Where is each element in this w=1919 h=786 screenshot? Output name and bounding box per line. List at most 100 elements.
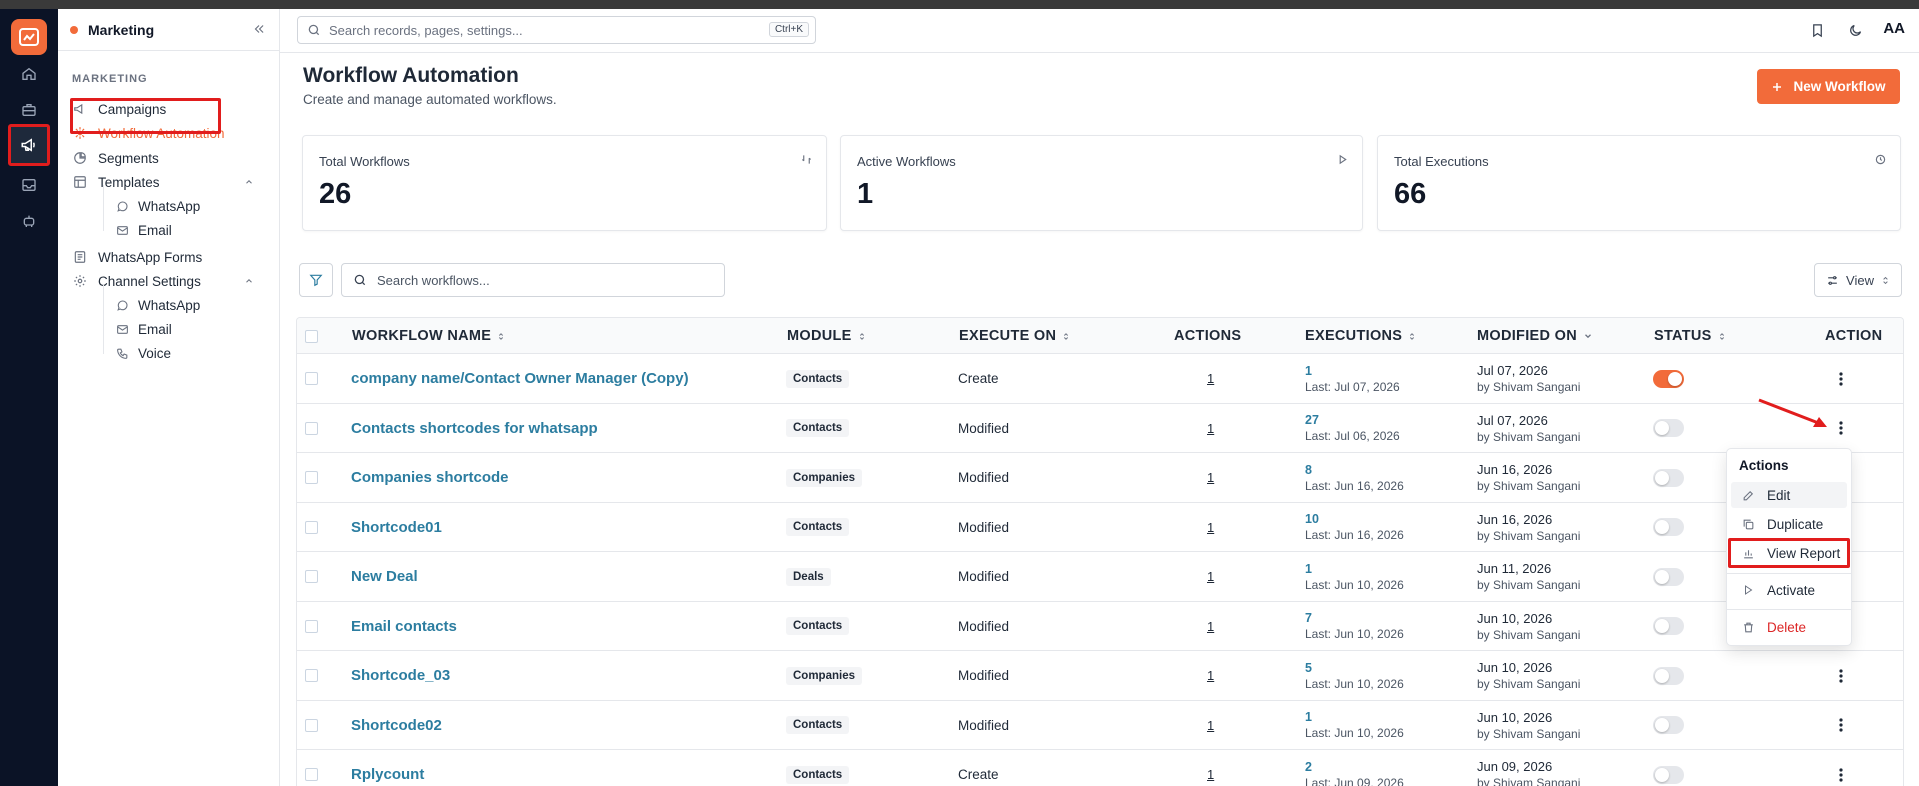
select-all-checkbox[interactable] <box>305 329 318 343</box>
executions-count-link[interactable]: 27 <box>1305 413 1319 427</box>
col-status[interactable]: STATUS <box>1654 318 1726 354</box>
menu-item-delete[interactable]: Delete <box>1731 614 1847 640</box>
table-row[interactable]: New Deal Deals Modified 1 1 Last: Jun 10, 202… <box>297 552 1903 602</box>
menu-item-duplicate[interactable]: Duplicate <box>1731 511 1847 537</box>
more-vertical-icon[interactable] <box>1831 715 1851 735</box>
workflow-name-link[interactable]: Contacts shortcodes for whatsapp <box>351 420 598 437</box>
tree-line <box>103 284 104 354</box>
sidebar-sub-channel-email[interactable]: Email <box>114 318 172 340</box>
status-toggle[interactable] <box>1653 369 1684 388</box>
executions-count-link[interactable]: 7 <box>1305 611 1312 625</box>
col-module[interactable]: MODULE <box>787 318 866 354</box>
table-row[interactable]: company name/Contact Owner Manager (Copy… <box>297 354 1903 404</box>
status-toggle[interactable] <box>1653 666 1684 685</box>
avatar[interactable]: AA <box>1883 20 1905 37</box>
workflow-name-link[interactable]: company name/Contact Owner Manager (Copy… <box>351 370 689 387</box>
home-icon[interactable] <box>17 62 41 86</box>
row-checkbox[interactable] <box>305 421 318 435</box>
executions-count-link[interactable]: 1 <box>1305 710 1312 724</box>
bot-icon[interactable] <box>17 209 41 233</box>
executions-count-link[interactable]: 2 <box>1305 760 1312 774</box>
col-executions[interactable]: EXECUTIONS <box>1305 318 1416 354</box>
executions-count-link[interactable]: 10 <box>1305 512 1319 526</box>
executions-count-link[interactable]: 5 <box>1305 661 1312 675</box>
bookmark-icon[interactable] <box>1807 20 1827 40</box>
view-button[interactable]: View <box>1814 263 1902 297</box>
sidebar-item-whatsapp-forms[interactable]: WhatsApp Forms <box>72 246 202 268</box>
chevron-up-icon[interactable] <box>244 276 254 286</box>
row-checkbox[interactable] <box>305 520 318 534</box>
table-row[interactable]: Contacts shortcodes for whatsapp Contacts… <box>297 403 1903 453</box>
actions-count-link[interactable]: 1 <box>1207 619 1214 634</box>
new-workflow-button[interactable]: New Workflow <box>1757 69 1900 104</box>
collapse-sidebar-icon[interactable] <box>252 22 266 36</box>
sidebar-sub-templates-whatsapp[interactable]: WhatsApp <box>114 195 200 217</box>
workflow-name-link[interactable]: Shortcode01 <box>351 519 442 536</box>
status-toggle[interactable] <box>1653 716 1684 734</box>
workflow-name-link[interactable]: Shortcode_03 <box>351 667 450 684</box>
more-vertical-icon[interactable] <box>1831 369 1851 389</box>
col-modified-on[interactable]: MODIFIED ON <box>1477 318 1593 354</box>
status-toggle[interactable] <box>1653 419 1684 437</box>
table-row[interactable]: Shortcode02 Contacts Modified 1 1 Last: Jun 1… <box>297 700 1903 750</box>
filter-button[interactable] <box>299 263 333 297</box>
executions-count-link[interactable]: 1 <box>1305 364 1312 378</box>
sidebar-sub-templates-email[interactable]: Email <box>114 219 172 241</box>
status-toggle[interactable] <box>1653 765 1684 784</box>
sidebar-sub-channel-whatsapp[interactable]: WhatsApp <box>114 294 200 316</box>
more-vertical-icon[interactable] <box>1831 765 1851 785</box>
filter-icon <box>309 273 323 287</box>
workflow-search[interactable] <box>341 263 725 297</box>
actions-count-link[interactable]: 1 <box>1207 520 1214 535</box>
workflow-search-input[interactable] <box>377 272 707 288</box>
workflow-name-link[interactable]: New Deal <box>351 568 418 585</box>
actions-count-link[interactable]: 1 <box>1207 718 1214 733</box>
status-toggle[interactable] <box>1653 617 1684 635</box>
row-checkbox[interactable] <box>305 471 318 484</box>
menu-item-activate[interactable]: Activate <box>1731 577 1847 603</box>
inbox-icon[interactable] <box>17 173 41 197</box>
col-execute-on[interactable]: EXECUTE ON <box>959 318 1070 354</box>
workflow-name-link[interactable]: Rplycount <box>351 766 424 783</box>
global-search[interactable]: Ctrl+K <box>297 16 816 44</box>
dark-mode-icon[interactable] <box>1845 20 1865 40</box>
sidebar-item-segments[interactable]: Segments <box>72 147 159 169</box>
actions-count-link[interactable]: 1 <box>1207 421 1214 436</box>
row-checkbox[interactable] <box>305 372 318 385</box>
sidebar-item-channel-settings[interactable]: Channel Settings <box>72 270 268 292</box>
menu-item-edit[interactable]: Edit <box>1731 482 1847 508</box>
actions-count-link[interactable]: 1 <box>1207 668 1214 683</box>
actions-count-link[interactable]: 1 <box>1207 371 1214 386</box>
status-toggle[interactable] <box>1653 518 1684 536</box>
actions-count-link[interactable]: 1 <box>1207 470 1214 485</box>
select-all-cell[interactable] <box>305 318 318 354</box>
briefcase-icon[interactable] <box>17 98 41 122</box>
row-checkbox[interactable] <box>305 669 318 682</box>
table-row[interactable]: Email contacts Contacts Modified 1 7 Last: Ju… <box>297 601 1903 651</box>
executions-count-link[interactable]: 8 <box>1305 463 1312 477</box>
table-row[interactable]: Rplycount Contacts Create 1 2 Last: Jun 09, 2… <box>297 750 1903 786</box>
megaphone-icon[interactable] <box>8 124 50 166</box>
status-toggle[interactable] <box>1653 567 1684 586</box>
actions-count-link[interactable]: 1 <box>1207 767 1214 782</box>
executions-count-link[interactable]: 1 <box>1305 562 1312 576</box>
workflow-name-link[interactable]: Email contacts <box>351 618 457 635</box>
row-checkbox[interactable] <box>305 570 318 583</box>
actions-count-link[interactable]: 1 <box>1207 569 1214 584</box>
table-row[interactable]: Shortcode_03 Companies Modified 1 5 Last: Jun… <box>297 651 1903 701</box>
sidebar-sub-channel-voice[interactable]: Voice <box>114 342 171 364</box>
sidebar-item-templates[interactable]: Templates <box>72 171 268 193</box>
brand-logo-icon[interactable] <box>11 19 47 55</box>
status-toggle[interactable] <box>1653 468 1684 487</box>
col-workflow-name[interactable]: WORKFLOW NAME <box>352 318 505 354</box>
workflow-name-link[interactable]: Shortcode02 <box>351 717 442 734</box>
chevron-up-icon[interactable] <box>244 177 254 187</box>
table-row[interactable]: Companies shortcode Companies Modified 1 8 La… <box>297 453 1903 503</box>
row-checkbox[interactable] <box>305 768 318 781</box>
row-checkbox[interactable] <box>305 619 318 633</box>
row-checkbox[interactable] <box>305 718 318 732</box>
workflow-name-link[interactable]: Companies shortcode <box>351 469 509 486</box>
more-vertical-icon[interactable] <box>1831 666 1851 686</box>
table-row[interactable]: Shortcode01 Contacts Modified 1 10 Last: Jun … <box>297 502 1903 552</box>
global-search-input[interactable] <box>329 22 759 38</box>
